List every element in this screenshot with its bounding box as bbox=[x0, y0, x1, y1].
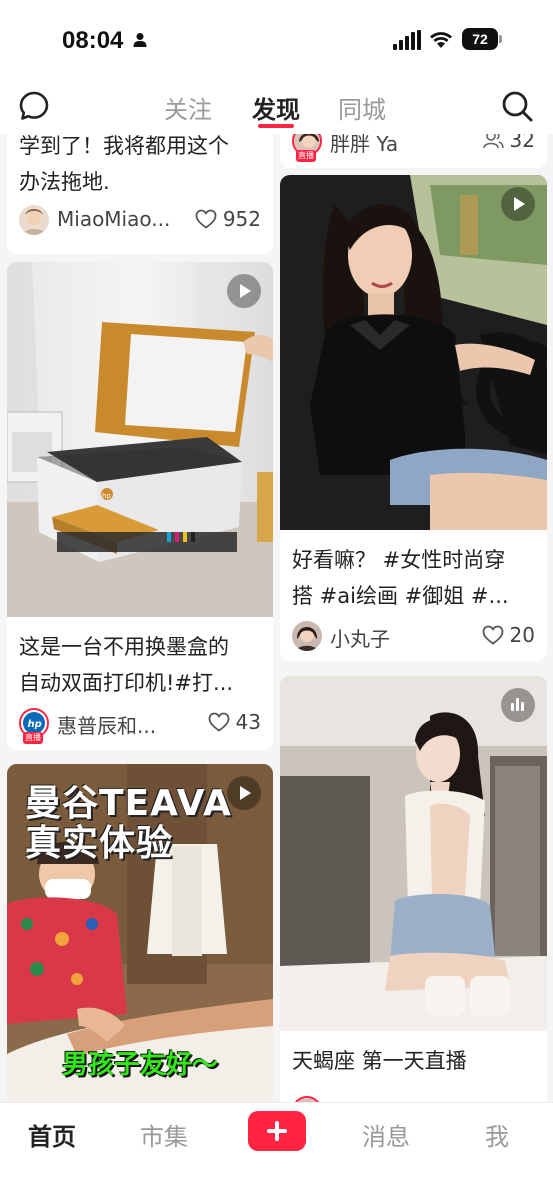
author-row: MiaoMiao... 952 bbox=[19, 205, 261, 239]
hp-avatar-logo: hp bbox=[28, 719, 42, 730]
caption-line: 天蝎座 第一天直播 bbox=[292, 1049, 467, 1073]
tab-discover[interactable]: 发现 bbox=[252, 90, 300, 125]
card-caption: 学到了！我将都用这个 办法拖地. bbox=[19, 134, 263, 200]
nav-market[interactable]: 市集 bbox=[140, 1117, 188, 1152]
feed: 学到了！我将都用这个 办法拖地. MiaoMiao... 952 hp 这是一台… bbox=[0, 134, 553, 1102]
bottom-nav: 首页 市集 消息 我 bbox=[0, 1102, 553, 1200]
battery-cap bbox=[499, 35, 502, 43]
caption-line: 这是一台不用换墨盒的 bbox=[19, 635, 229, 659]
author-name[interactable]: 小丸子 bbox=[330, 623, 390, 652]
heart-icon bbox=[195, 209, 217, 229]
top-nav: 关注 发现 同城 bbox=[0, 80, 553, 134]
search-icon[interactable] bbox=[500, 89, 534, 123]
battery-indicator: 72 bbox=[462, 28, 502, 50]
nav-messages[interactable]: 消息 bbox=[362, 1117, 410, 1152]
video-play-icon bbox=[227, 274, 261, 308]
create-post-button[interactable] bbox=[248, 1111, 306, 1151]
like-count: 952 bbox=[222, 207, 261, 231]
person-icon bbox=[133, 33, 147, 47]
author-name[interactable]: 惠普辰和... bbox=[57, 710, 156, 739]
feed-card[interactable]: 天蝎座 第一天直播 bbox=[280, 676, 547, 1102]
caption-line: 搭 #ai绘画 #御姐 #... bbox=[292, 584, 509, 608]
author-name[interactable]: MiaoMiao... bbox=[57, 207, 170, 231]
like-button[interactable]: 952 bbox=[195, 207, 261, 231]
card-cover-image[interactable] bbox=[280, 175, 547, 530]
card-cover-image[interactable]: 曼谷TEAVA 真实体验 男孩子友好～ bbox=[7, 764, 273, 1102]
audio-icon bbox=[501, 688, 535, 722]
hp-logo: hp bbox=[102, 492, 111, 500]
overlay-caption: 男孩子友好～ bbox=[62, 1050, 219, 1080]
viewer-count: 32 bbox=[482, 134, 535, 152]
people-icon bbox=[482, 134, 504, 149]
author-row: hp 直播 惠普辰和... 43 bbox=[19, 708, 261, 744]
chat-bubble-icon[interactable] bbox=[18, 90, 50, 122]
avatar[interactable] bbox=[292, 621, 322, 651]
like-button[interactable]: 20 bbox=[482, 623, 535, 647]
tab-local[interactable]: 同城 bbox=[338, 90, 386, 125]
nav-me[interactable]: 我 bbox=[485, 1117, 509, 1152]
tab-follow[interactable]: 关注 bbox=[164, 90, 212, 125]
overlay-title-line: 真实体验 bbox=[25, 823, 174, 864]
battery-level: 72 bbox=[462, 28, 498, 50]
caption-line: 好看嘛？ #女性时尚穿 bbox=[292, 548, 506, 572]
card-cover-image[interactable]: hp bbox=[7, 262, 273, 617]
avatar[interactable] bbox=[19, 205, 49, 235]
card-cover-image[interactable] bbox=[280, 676, 547, 1031]
live-badge: 直播 bbox=[23, 732, 43, 744]
heart-icon bbox=[482, 625, 503, 645]
caption-line: 自动双面打印机!#打... bbox=[19, 671, 234, 695]
feed-card[interactable]: 直播 胖胖 Ya 32 bbox=[280, 134, 547, 168]
viewer-count-value: 32 bbox=[509, 134, 535, 152]
feed-card[interactable]: 曼谷TEAVA 真实体验 男孩子友好～ bbox=[7, 764, 273, 1102]
video-play-icon bbox=[227, 776, 261, 810]
caption-line: 办法拖地. bbox=[19, 170, 110, 194]
caption-line: 学到了！我将都用这个 bbox=[19, 134, 229, 158]
active-tab-indicator bbox=[258, 124, 294, 128]
cellular-signal-icon bbox=[393, 30, 421, 50]
like-count: 43 bbox=[235, 710, 261, 734]
feed-card[interactable]: 好看嘛？ #女性时尚穿 搭 #ai绘画 #御姐 #... 小丸子 20 bbox=[280, 175, 547, 661]
wifi-icon bbox=[430, 32, 452, 48]
card-caption: 好看嘛？ #女性时尚穿 搭 #ai绘画 #御姐 #... bbox=[292, 542, 537, 614]
live-badge: 直播 bbox=[296, 150, 316, 162]
status-time: 08:04 bbox=[62, 27, 124, 54]
heart-icon bbox=[208, 712, 229, 732]
author-row: 直播 胖胖 Ya 32 bbox=[292, 134, 535, 162]
author-row: 小丸子 20 bbox=[292, 621, 535, 655]
card-caption: 天蝎座 第一天直播 bbox=[292, 1043, 537, 1079]
feed-card[interactable]: 学到了！我将都用这个 办法拖地. MiaoMiao... 952 bbox=[7, 134, 273, 254]
video-play-icon bbox=[501, 187, 535, 221]
author-name[interactable]: 胖胖 Ya bbox=[330, 134, 398, 157]
card-caption: 这是一台不用换墨盒的 自动双面打印机!#打... bbox=[19, 629, 263, 701]
nav-home[interactable]: 首页 bbox=[28, 1117, 76, 1152]
feed-card[interactable]: hp 这是一台不用换墨盒的 自动双面打印机!#打... hp 直播 惠普辰和..… bbox=[7, 262, 273, 750]
like-button[interactable]: 43 bbox=[208, 710, 261, 734]
like-count: 20 bbox=[509, 623, 535, 647]
status-bar: 08:04 72 bbox=[0, 0, 553, 80]
